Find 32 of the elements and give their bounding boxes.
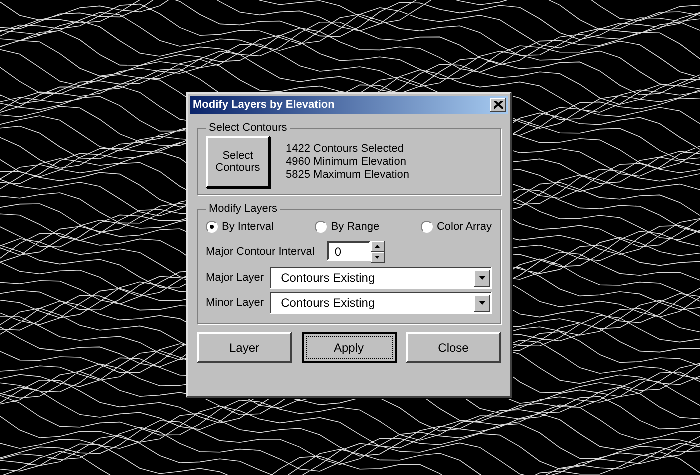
radio-button[interactable] <box>315 221 328 233</box>
down-arrow-icon <box>478 301 486 305</box>
dialog-button[interactable]: Close <box>406 332 501 363</box>
interval-field[interactable]: 0 <box>326 241 371 261</box>
close-icon <box>494 101 502 109</box>
dialog-button[interactable]: Layer <box>197 332 292 363</box>
window-title: Modify Layers by Elevation <box>193 99 335 111</box>
radio-option[interactable]: By Range <box>315 221 380 233</box>
dropdown-button[interactable] <box>474 270 490 286</box>
dropdown-button[interactable] <box>474 294 490 312</box>
info-text: 1422 Contours Selected <box>286 142 406 156</box>
field-label: Major Contour Interval <box>206 246 315 258</box>
select-contours-button[interactable]: Select Contours <box>206 136 270 188</box>
spin-up-button[interactable] <box>370 241 385 252</box>
down-arrow-icon <box>478 276 486 280</box>
field-label: Minor Layer <box>206 297 264 309</box>
spin-down-button[interactable] <box>370 252 385 263</box>
radio-option[interactable]: By Interval <box>206 221 274 233</box>
dialog-button[interactable]: Apply <box>302 332 396 363</box>
close-button[interactable] <box>490 98 506 112</box>
up-arrow-icon <box>375 245 380 248</box>
layer-dropdown[interactable]: Contours Existing <box>270 292 492 314</box>
info-text: 4960 Minimum Elevation <box>286 156 408 168</box>
radio-button[interactable] <box>420 221 433 233</box>
radio-button[interactable] <box>206 221 218 233</box>
layer-dropdown[interactable]: Contours Existing <box>270 267 492 289</box>
radio-option[interactable]: Color Array <box>420 221 492 233</box>
group-label: Select Contours <box>208 122 288 134</box>
down-arrow-icon <box>375 256 380 259</box>
field-label: Major Layer <box>206 272 264 284</box>
info-text: 5825 Maximum Elevation <box>286 168 410 182</box>
group-label: Modify Layers <box>208 203 278 215</box>
